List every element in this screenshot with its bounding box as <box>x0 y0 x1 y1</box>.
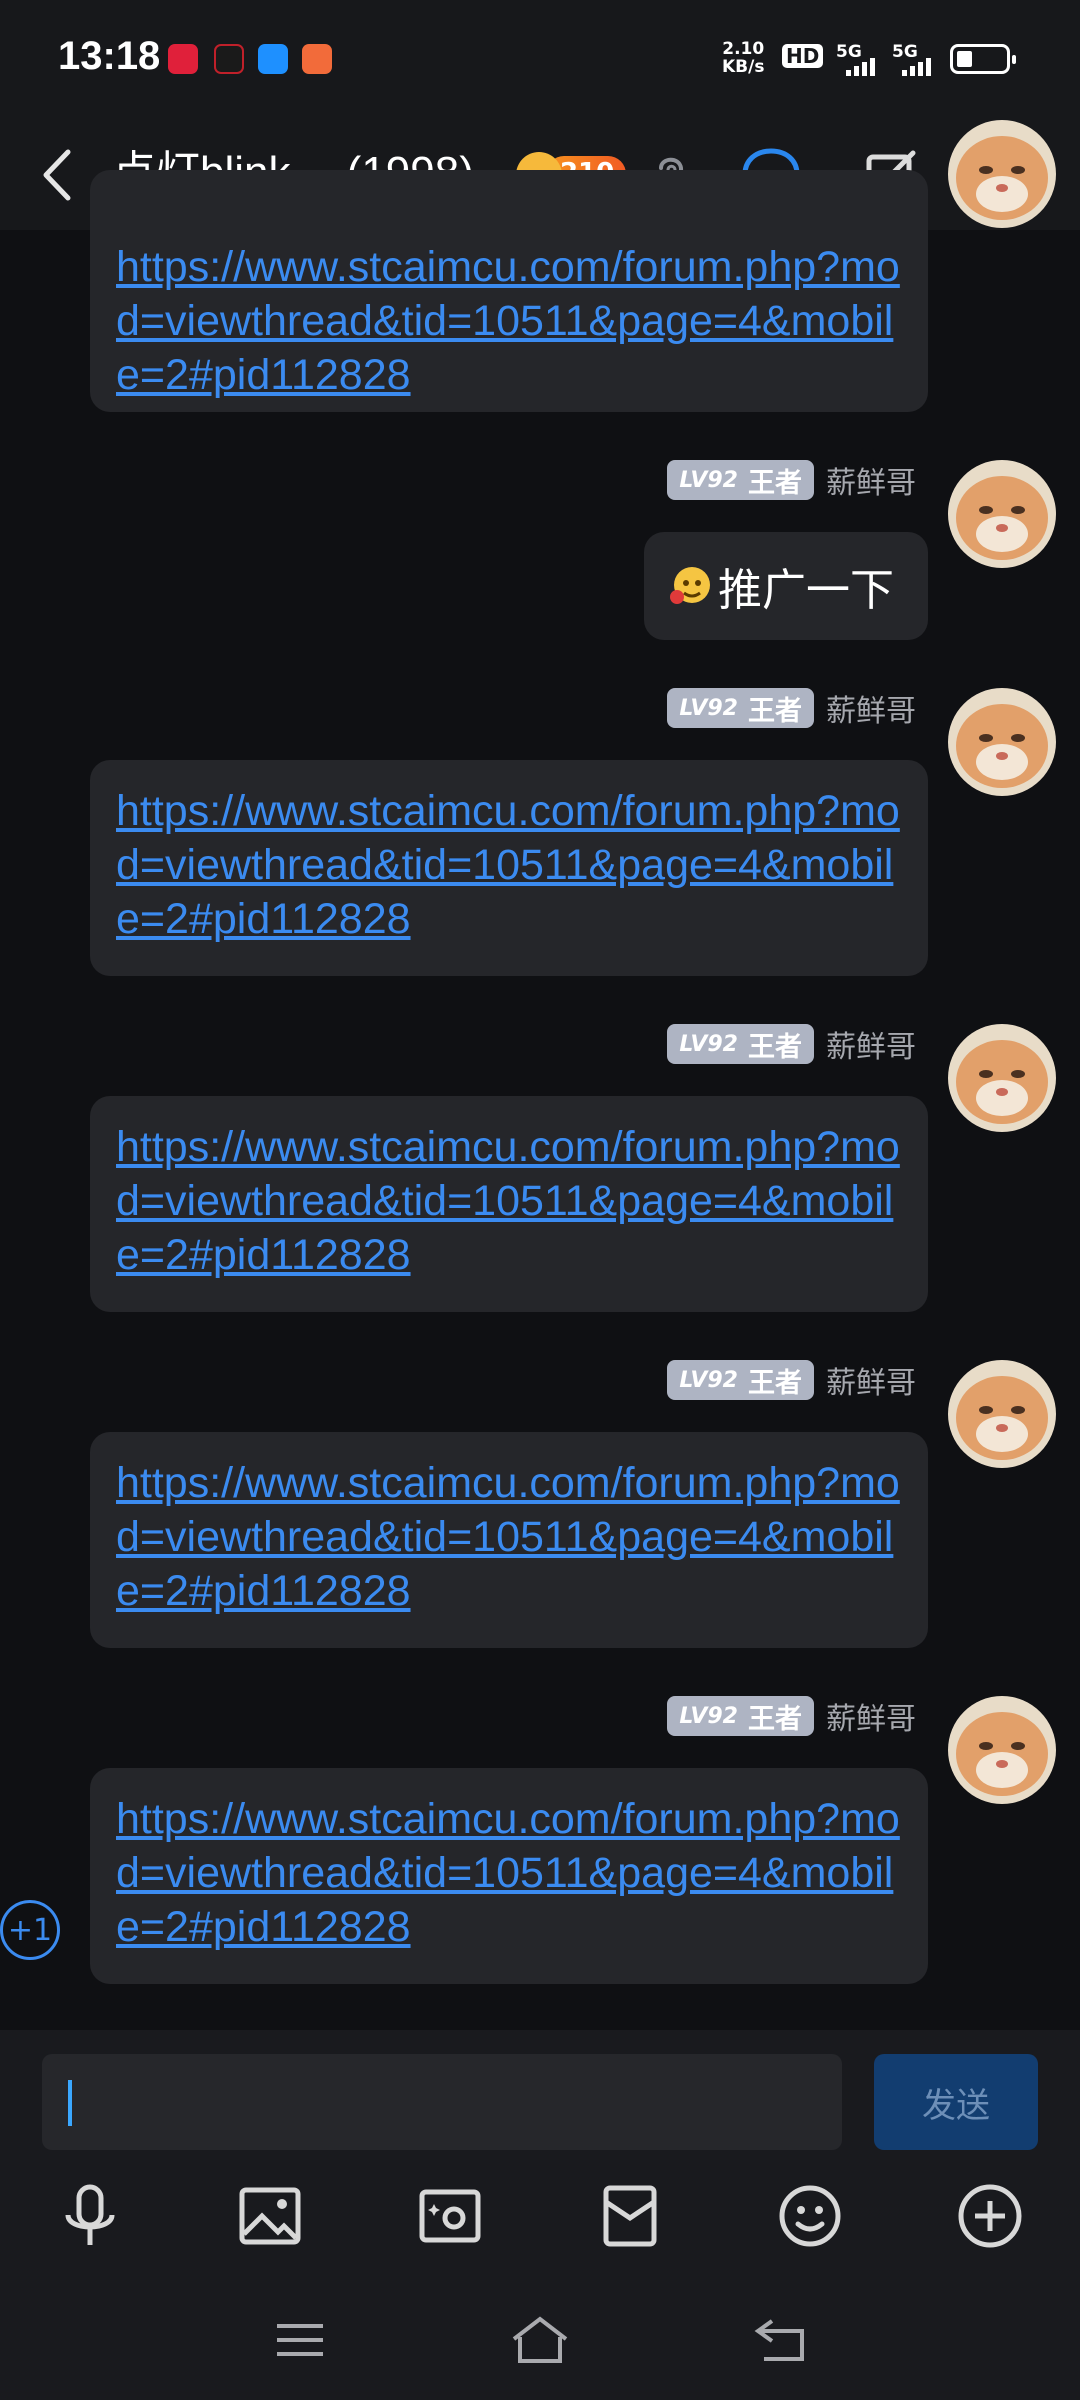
microphone-icon[interactable] <box>50 2176 130 2256</box>
message-bubble[interactable]: 推广一下 <box>644 532 928 640</box>
message-list[interactable]: https://www.stcaimcu.com/forum.php?mod=v… <box>0 120 1080 2030</box>
net-speed-value: 2.10 <box>722 39 765 59</box>
net-speed-unit: KB/s <box>722 57 765 77</box>
sender-meta: LV92 王者 薪鲜哥 <box>667 1694 916 1738</box>
avatar[interactable] <box>948 460 1056 568</box>
avatar[interactable] <box>948 688 1056 796</box>
sender-meta: LV92 王者 薪鲜哥 <box>667 458 916 502</box>
level-badge: LV92 王者 <box>667 1024 814 1064</box>
nav-menu-icon[interactable] <box>260 2300 340 2380</box>
input-bar: 发送 <box>0 2030 1080 2400</box>
signal-bars-icon <box>902 58 931 76</box>
avatar[interactable] <box>948 1360 1056 1468</box>
avatar[interactable] <box>948 120 1056 228</box>
sender-meta: LV92 王者 薪鲜哥 <box>667 1022 916 1066</box>
message-link[interactable]: https://www.stcaimcu.com/forum.php?mod=v… <box>90 760 928 946</box>
avatar[interactable] <box>948 1024 1056 1132</box>
app-notification-icon <box>214 44 244 74</box>
text-caret <box>68 2080 72 2126</box>
signal-bars-icon <box>846 58 875 76</box>
red-packet-icon[interactable] <box>590 2176 670 2256</box>
sender-name[interactable]: 薪鲜哥 <box>826 1022 916 1066</box>
message-bubble[interactable]: https://www.stcaimcu.com/forum.php?mod=v… <box>90 1768 928 1984</box>
nav-home-icon[interactable] <box>500 2300 580 2380</box>
level-badge: LV92 王者 <box>667 688 814 728</box>
message-link[interactable]: https://www.stcaimcu.com/forum.php?mod=v… <box>90 1096 928 1282</box>
message-input[interactable] <box>42 2054 842 2150</box>
message-link[interactable]: https://www.stcaimcu.com/forum.php?mod=v… <box>90 170 928 402</box>
status-bar: 13:18 2.10 KB/s HD 5G 5G <box>0 0 1080 120</box>
message-bubble[interactable]: https://www.stcaimcu.com/forum.php?mod=v… <box>90 1432 928 1648</box>
send-button[interactable]: 发送 <box>874 2054 1038 2150</box>
app-notification-icon <box>302 44 332 74</box>
message-bubble[interactable]: https://www.stcaimcu.com/forum.php?mod=v… <box>90 170 928 412</box>
plus-icon[interactable] <box>950 2176 1030 2256</box>
image-icon[interactable] <box>230 2176 310 2256</box>
level-badge: LV92 王者 <box>667 1360 814 1400</box>
sender-meta: LV92 王者 薪鲜哥 <box>667 1358 916 1402</box>
net-speed: 2.10 KB/s <box>722 40 764 76</box>
battery-icon <box>950 44 1016 74</box>
level-badge: LV92 王者 <box>667 460 814 500</box>
message-bubble[interactable]: https://www.stcaimcu.com/forum.php?mod=v… <box>90 1096 928 1312</box>
hd-icon: HD <box>782 44 824 68</box>
sender-meta: LV92 王者 薪鲜哥 <box>667 686 916 730</box>
clock: 13:18 <box>58 34 161 78</box>
message-link[interactable]: https://www.stcaimcu.com/forum.php?mod=v… <box>90 1768 928 1954</box>
avatar[interactable] <box>948 1696 1056 1804</box>
nav-back-icon[interactable] <box>740 2300 820 2380</box>
message-text: 推广一下 <box>718 565 894 616</box>
chevron-left-icon <box>43 149 71 201</box>
message-bubble[interactable]: https://www.stcaimcu.com/forum.php?mod=v… <box>90 760 928 976</box>
sender-name[interactable]: 薪鲜哥 <box>826 1358 916 1402</box>
sender-name[interactable]: 薪鲜哥 <box>826 1694 916 1738</box>
emoji-icon[interactable] <box>770 2176 850 2256</box>
app-notification-icon <box>258 44 288 74</box>
back-button[interactable] <box>30 142 90 208</box>
app-notification-icon <box>168 44 198 74</box>
message-link[interactable]: https://www.stcaimcu.com/forum.php?mod=v… <box>90 1432 928 1618</box>
camera-icon[interactable] <box>410 2176 490 2256</box>
level-badge: LV92 王者 <box>667 1696 814 1736</box>
plus-one-button[interactable]: +1 <box>0 1900 60 1960</box>
emoji-icon <box>670 567 710 604</box>
sender-name[interactable]: 薪鲜哥 <box>826 686 916 730</box>
sender-name[interactable]: 薪鲜哥 <box>826 458 916 502</box>
